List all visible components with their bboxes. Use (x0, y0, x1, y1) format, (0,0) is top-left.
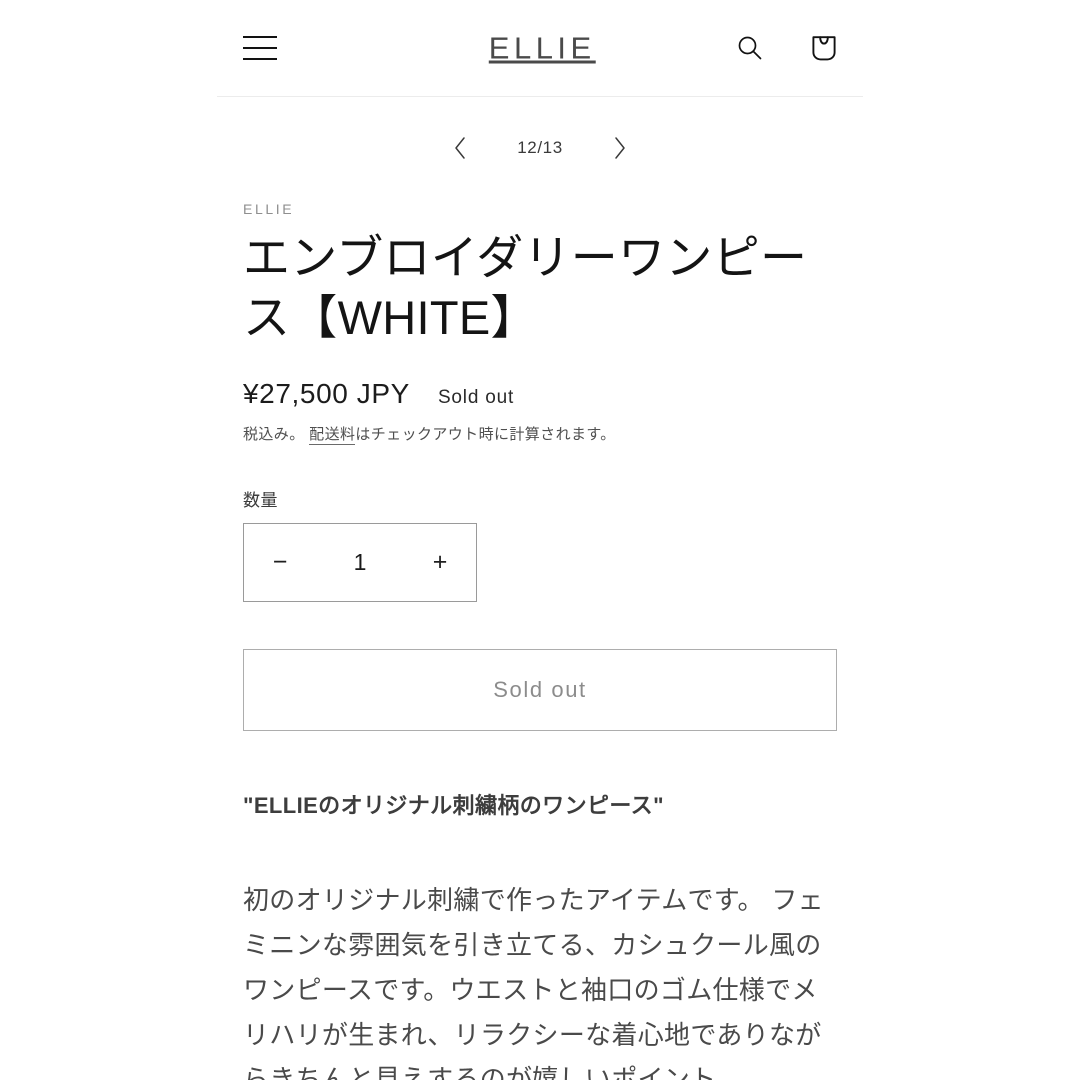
shipping-policy-link[interactable]: 配送料 (309, 425, 356, 445)
hamburger-menu-icon[interactable] (243, 33, 277, 63)
description-body: 初のオリジナル刺繍で作ったアイテムです。 フェミニンな雰囲気を引き立てる、カシュ… (243, 885, 824, 1080)
tax-note-prefix: 税込み。 (243, 425, 310, 443)
quantity-input[interactable] (316, 549, 404, 577)
price-row: ¥27,500 JPY Sold out (243, 378, 837, 410)
hamburger-bar (243, 58, 277, 60)
hamburger-bar (243, 47, 277, 49)
product-pagination: 12/13 (217, 128, 863, 168)
description-heading: "ELLIEのオリジナル刺繍柄のワンピース" (243, 793, 664, 819)
site-header: ELLIE (217, 0, 863, 96)
chevron-right-icon[interactable] (605, 133, 634, 163)
add-to-cart-button[interactable]: Sold out (243, 649, 837, 732)
tax-shipping-note: 税込み。 配送料はチェックアウト時に計算されます。 (243, 424, 837, 447)
tax-note-suffix: はチェックアウト時に計算されます。 (355, 425, 616, 443)
shopping-bag-icon[interactable] (801, 25, 847, 71)
chevron-left-icon[interactable] (446, 133, 475, 163)
quantity-increase-button[interactable]: + (404, 524, 476, 601)
quantity-label: 数量 (243, 491, 278, 511)
search-icon[interactable] (727, 25, 773, 71)
header-actions (727, 25, 847, 71)
page-title: エンブロイダリーワンピース【WHITE】 (243, 230, 808, 344)
pagination-counter: 12/13 (517, 138, 563, 157)
quantity-stepper: − + (243, 523, 477, 603)
product-info: ELLIE エンブロイダリーワンピース【WHITE】 ¥27,500 JPY S… (243, 200, 837, 1080)
hamburger-bar (243, 36, 277, 38)
quantity-decrease-button[interactable]: − (244, 524, 316, 601)
product-vendor: ELLIE (243, 201, 295, 217)
header-divider (217, 96, 863, 97)
status-badge: Sold out (437, 386, 515, 408)
product-page: ELLIE 12/13 ELLIE エンブロイダリーワンピース【WHITE】 ¥… (0, 0, 1080, 1080)
site-logo[interactable]: ELLIE (484, 33, 595, 64)
product-price: ¥27,500 JPY (243, 377, 410, 409)
